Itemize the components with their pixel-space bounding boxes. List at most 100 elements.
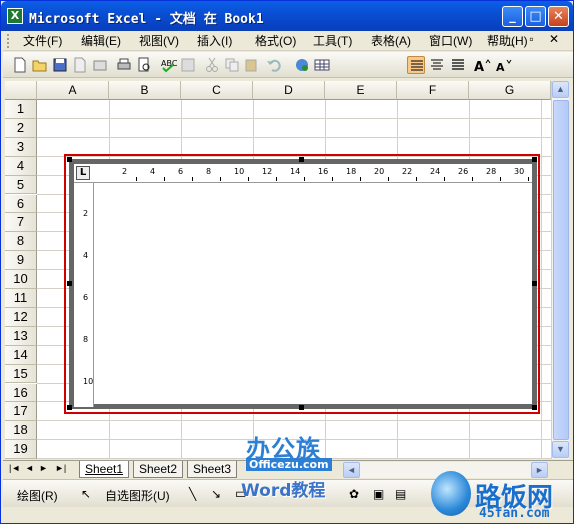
- diagram-icon[interactable]: ✿: [349, 487, 359, 501]
- undo-icon[interactable]: [265, 56, 283, 74]
- row-header[interactable]: 6: [5, 194, 37, 214]
- row-header[interactable]: 8: [5, 232, 37, 252]
- row-header[interactable]: 16: [5, 383, 37, 403]
- table-icon[interactable]: [313, 56, 331, 74]
- arrow-icon[interactable]: ↘: [211, 487, 221, 501]
- excel-app-icon[interactable]: X: [7, 8, 23, 24]
- vertical-ruler[interactable]: 2 4 6 8 10: [74, 183, 94, 407]
- resize-handle-top-right[interactable]: [532, 157, 537, 162]
- row-header[interactable]: 7: [5, 213, 37, 233]
- row-header[interactable]: 10: [5, 270, 37, 289]
- close-button[interactable]: ✕: [548, 6, 569, 27]
- line-icon[interactable]: ╲: [189, 487, 196, 501]
- column-header-c[interactable]: C: [181, 81, 253, 100]
- insert-picture-icon[interactable]: ▤: [395, 487, 406, 501]
- prev-sheet-button[interactable]: ◄: [25, 463, 34, 473]
- title-bar[interactable]: X Microsoft Excel - 文档 在 Book1 _ □ ✕: [1, 1, 573, 31]
- last-sheet-button[interactable]: ►|: [55, 463, 66, 473]
- copy-icon[interactable]: [223, 56, 241, 74]
- vertical-scrollbar[interactable]: ▲ ▼: [551, 81, 569, 459]
- shrink-font-icon[interactable]: A: [495, 56, 513, 74]
- align-left-icon[interactable]: [407, 56, 425, 74]
- menu-view[interactable]: 视图(V): [139, 33, 179, 49]
- row-header[interactable]: 14: [5, 345, 37, 365]
- save-icon[interactable]: [51, 56, 69, 74]
- sheet-tab-sheet2[interactable]: Sheet2: [133, 461, 184, 478]
- menu-tools[interactable]: 工具(T): [313, 33, 352, 49]
- first-sheet-button[interactable]: |◄: [9, 463, 20, 473]
- menu-file[interactable]: 文件(F): [23, 33, 62, 49]
- cut-icon[interactable]: [203, 56, 221, 74]
- resize-handle-top-left[interactable]: [67, 157, 72, 162]
- column-header-a[interactable]: A: [37, 81, 109, 100]
- resize-handle-left[interactable]: [67, 281, 72, 286]
- row-header[interactable]: 4: [5, 156, 37, 176]
- embedded-word-document[interactable]: [69, 159, 537, 409]
- resize-handle-bottom-left[interactable]: [67, 405, 72, 410]
- worksheet-grid[interactable]: A B C D E F G 1 2 3 4 5 6 7 8 9 10 11 12 13 14 15 16 17 1…: [5, 81, 551, 459]
- resize-handle-top[interactable]: [299, 157, 304, 162]
- horizontal-ruler[interactable]: 2 4 6 8 10 12 14 16 18 20 22 24 26 28 30: [74, 165, 532, 183]
- menu-window[interactable]: 窗口(W): [429, 33, 472, 49]
- row-header[interactable]: 11: [5, 289, 37, 308]
- new-icon[interactable]: [11, 56, 29, 74]
- grow-font-icon[interactable]: A: [473, 56, 491, 75]
- center-icon[interactable]: [428, 56, 446, 74]
- row-header[interactable]: 3: [5, 137, 37, 157]
- clip-art-icon[interactable]: ▣: [373, 487, 384, 501]
- hyperlink-icon[interactable]: [293, 56, 311, 74]
- menu-format[interactable]: 格式(O): [255, 33, 296, 49]
- next-sheet-button[interactable]: ►: [39, 463, 48, 473]
- resize-handle-right[interactable]: [532, 281, 537, 286]
- autoshapes-menu-button[interactable]: 自选图形(U): [105, 487, 170, 504]
- window-title: Microsoft Excel - 文档 在 Book1: [29, 12, 264, 27]
- sheet-tab-sheet3[interactable]: Sheet3: [187, 461, 238, 478]
- column-header-e[interactable]: E: [325, 81, 397, 100]
- row-header[interactable]: 12: [5, 307, 37, 327]
- menu-insert[interactable]: 插入(I): [197, 33, 232, 49]
- draw-menu-button[interactable]: 绘图(R): [17, 487, 58, 504]
- ruler-label: 24: [430, 167, 441, 176]
- menu-edit[interactable]: 编辑(E): [81, 33, 121, 49]
- ruler-label: 28: [486, 167, 497, 176]
- print-preview-icon[interactable]: [135, 56, 153, 74]
- ruler-label: 8: [83, 335, 89, 344]
- scroll-up-button[interactable]: ▲: [552, 81, 569, 98]
- document-window-controls[interactable]: _ ▫ ✕: [507, 32, 565, 46]
- permission-icon[interactable]: [71, 56, 89, 74]
- row-header[interactable]: 19: [5, 440, 37, 459]
- resize-handle-bottom[interactable]: [299, 405, 304, 410]
- justify-icon[interactable]: [449, 56, 467, 74]
- menu-table[interactable]: 表格(A): [371, 33, 411, 49]
- vertical-scroll-thumb[interactable]: [553, 100, 569, 440]
- menubar-grip[interactable]: [7, 34, 10, 48]
- select-objects-icon[interactable]: ↖: [81, 487, 91, 501]
- column-header-f[interactable]: F: [397, 81, 469, 100]
- scroll-down-button[interactable]: ▼: [552, 441, 569, 458]
- row-header[interactable]: 5: [5, 175, 37, 195]
- column-header-b[interactable]: B: [109, 81, 181, 100]
- scroll-right-button[interactable]: ►: [531, 462, 548, 478]
- resize-handle-bottom-right[interactable]: [532, 405, 537, 410]
- column-header-d[interactable]: D: [253, 81, 325, 100]
- sheet-tab-sheet1[interactable]: Sheet1: [79, 461, 130, 478]
- row-header[interactable]: 13: [5, 326, 37, 346]
- print-icon[interactable]: [115, 56, 133, 74]
- paste-icon[interactable]: [243, 56, 261, 74]
- minimize-button[interactable]: _: [502, 6, 523, 27]
- maximize-button[interactable]: □: [525, 6, 546, 27]
- column-header-g[interactable]: G: [469, 81, 551, 100]
- email-icon[interactable]: [91, 56, 109, 74]
- select-all-corner[interactable]: [5, 81, 37, 100]
- scroll-left-button[interactable]: ◄: [343, 462, 360, 478]
- row-header[interactable]: 17: [5, 402, 37, 422]
- spelling-icon[interactable]: ABC: [159, 56, 178, 74]
- row-header[interactable]: 2: [5, 118, 37, 138]
- row-header[interactable]: 1: [5, 100, 37, 119]
- open-icon[interactable]: [31, 56, 49, 74]
- research-icon[interactable]: [179, 56, 197, 74]
- row-header[interactable]: 15: [5, 364, 37, 384]
- row-header[interactable]: 18: [5, 421, 37, 441]
- tab-selector[interactable]: L: [76, 166, 90, 180]
- row-header[interactable]: 9: [5, 251, 37, 271]
